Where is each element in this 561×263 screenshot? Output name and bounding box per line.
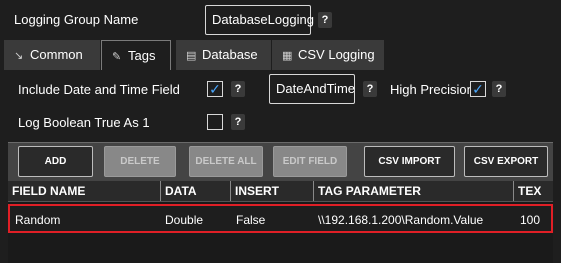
cell-field-name: Random <box>15 213 61 227</box>
log-bool-checkbox[interactable] <box>207 114 223 130</box>
field-toolbar: ADD DELETE DELETE ALL EDIT FIELD CSV IMP… <box>8 142 553 181</box>
table-header: FIELD NAME DATA TYPE INSERT ONLY TAG PAR… <box>8 181 553 218</box>
include-datetime-checkbox[interactable]: ✓ <box>207 81 223 97</box>
help-icon[interactable]: ? <box>318 12 332 28</box>
tab-database[interactable]: ▤ Database <box>176 40 271 70</box>
fields-table: FIELD NAME DATA TYPE INSERT ONLY TAG PAR… <box>8 181 553 263</box>
column-header-tag-parameter[interactable]: TAG PARAMETER <box>314 181 514 201</box>
csv-export-button[interactable]: CSV EXPORT <box>464 146 548 177</box>
chart-icon: ↘ <box>14 50 24 62</box>
log-bool-label: Log Boolean True As 1 <box>18 115 150 130</box>
database-icon: ▤ <box>186 50 197 62</box>
help-icon[interactable]: ? <box>363 81 377 97</box>
tab-common[interactable]: ↘ Common <box>4 40 100 70</box>
delete-all-button[interactable]: DELETE ALL <box>189 146 263 177</box>
cell-tex: 100 <box>520 213 541 227</box>
help-icon[interactable]: ? <box>231 114 245 130</box>
tab-label: Common <box>30 47 83 62</box>
datetime-field-name[interactable]: DateAndTime <box>269 74 355 104</box>
help-icon[interactable]: ? <box>231 81 245 97</box>
tab-label: CSV Logging <box>298 47 375 62</box>
cell-data-type: Double <box>165 213 204 227</box>
tab-csv-logging[interactable]: ▦ CSV Logging <box>272 40 384 70</box>
cell-insert-only: False <box>236 213 266 227</box>
cell-tag-parameter: \\192.168.1.200\Random.Value <box>318 213 484 227</box>
logging-group-name-field[interactable]: DatabaseLogging <box>205 5 314 35</box>
high-precision-label: High Precision <box>390 82 474 97</box>
logging-group-name-label: Logging Group Name <box>14 12 139 27</box>
help-icon[interactable]: ? <box>492 81 506 97</box>
edit-field-button[interactable]: EDIT FIELD <box>273 146 347 177</box>
table-row[interactable]: Random Double False \\192.168.1.200\Rand… <box>8 204 553 233</box>
column-header-field-name[interactable]: FIELD NAME <box>8 181 161 201</box>
high-precision-checkbox[interactable]: ✓ <box>470 81 486 97</box>
tab-bar: ↘ Common ✎ Tags ▤ Database ▦ CSV Logging <box>4 40 556 71</box>
tab-label: Tags <box>128 48 156 63</box>
delete-button[interactable]: DELETE <box>104 146 176 177</box>
tag-icon: ✎ <box>112 51 122 63</box>
file-icon: ▦ <box>282 50 293 62</box>
csv-import-button[interactable]: CSV IMPORT <box>364 146 455 177</box>
column-header-insert-only[interactable]: INSERT ONLY <box>231 181 314 218</box>
include-datetime-label: Include Date and Time Field <box>18 82 180 97</box>
tab-tags[interactable]: ✎ Tags <box>101 40 171 71</box>
tab-label: Database <box>202 47 258 62</box>
column-header-tex[interactable]: TEX <box>514 181 553 201</box>
column-header-data-type[interactable]: DATA TYPE <box>161 181 231 218</box>
add-button[interactable]: ADD <box>18 146 93 177</box>
